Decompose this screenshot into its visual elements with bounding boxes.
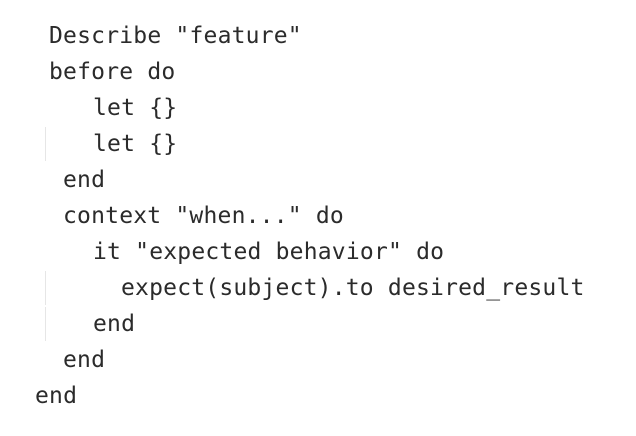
code-editor-view: Describe "feature" before do let {} let … <box>0 0 636 436</box>
code-line: end <box>93 311 136 337</box>
indent-guide <box>45 271 46 305</box>
code-line: let {} <box>93 95 178 121</box>
code-line: end <box>63 167 106 193</box>
code-line: Describe "feature" <box>49 23 302 49</box>
indent-guide <box>45 127 46 161</box>
code-line: end <box>63 347 106 373</box>
indent-guide <box>45 307 46 341</box>
code-line: end <box>35 383 78 409</box>
code-line: before do <box>49 59 176 85</box>
code-line: it "expected behavior" do <box>93 239 445 265</box>
code-line: let {} <box>93 131 178 157</box>
code-line: expect(subject).to desired_result <box>121 275 585 301</box>
code-line: context "when..." do <box>63 203 344 229</box>
